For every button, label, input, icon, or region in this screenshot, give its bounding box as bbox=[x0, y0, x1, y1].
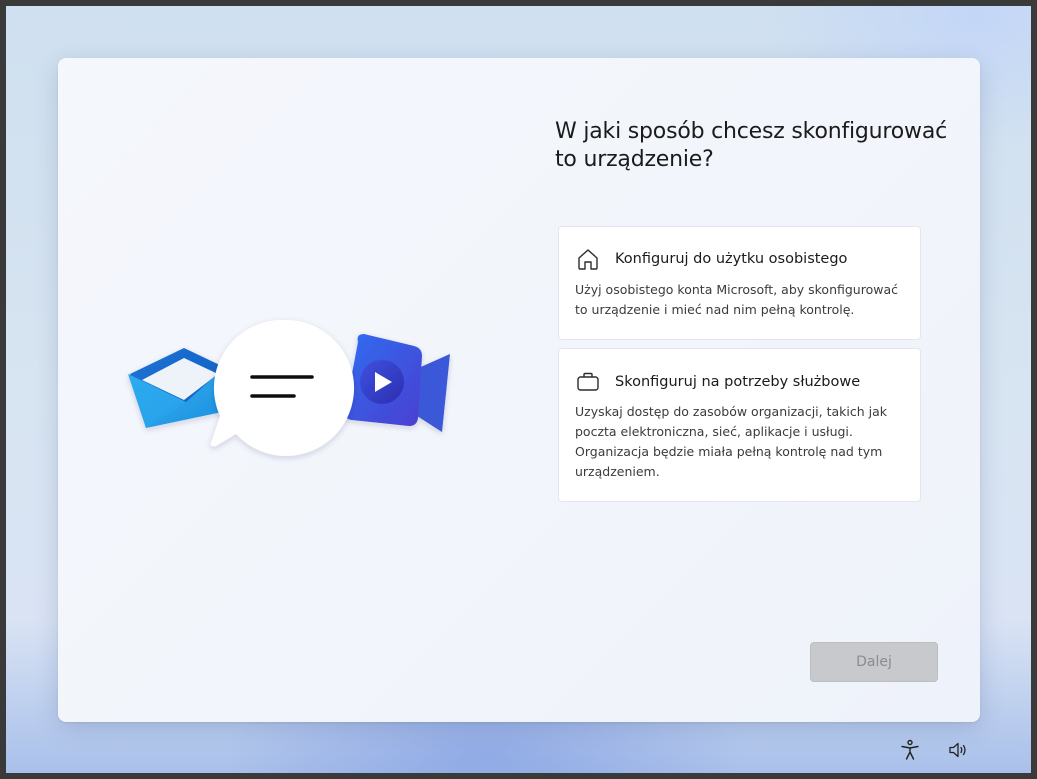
option-work-description: Uzyskaj dostęp do zasobów organizacji, t… bbox=[575, 404, 888, 479]
option-personal-description: Użyj osobistego konta Microsoft, aby sko… bbox=[575, 282, 898, 317]
mail-icon bbox=[128, 348, 226, 428]
video-camera-icon bbox=[344, 334, 450, 432]
setup-card: W jaki sposób chcesz skonfigurować to ur… bbox=[58, 58, 980, 722]
option-work-use[interactable]: Skonfiguruj na potrzeby służbowe Uzyskaj… bbox=[558, 348, 921, 502]
window-frame: W jaki sposób chcesz skonfigurować to ur… bbox=[0, 0, 1037, 779]
page-title: W jaki sposób chcesz skonfigurować to ur… bbox=[555, 119, 948, 172]
option-personal-title: Konfiguruj do użytku osobistego bbox=[615, 251, 848, 267]
oobe-background: W jaki sposób chcesz skonfigurować to ur… bbox=[6, 6, 1031, 773]
setup-illustration bbox=[128, 319, 450, 456]
option-work-title: Skonfiguruj na potrzeby służbowe bbox=[615, 374, 861, 390]
briefcase-icon bbox=[577, 372, 599, 391]
volume-icon[interactable] bbox=[946, 738, 970, 762]
home-icon bbox=[578, 249, 598, 270]
chat-bubble-icon bbox=[210, 319, 355, 456]
accessibility-icon[interactable] bbox=[898, 738, 922, 762]
option-personal-use[interactable]: Konfiguruj do użytku osobistego Użyj oso… bbox=[558, 226, 921, 340]
next-button[interactable]: Dalej bbox=[810, 642, 938, 682]
